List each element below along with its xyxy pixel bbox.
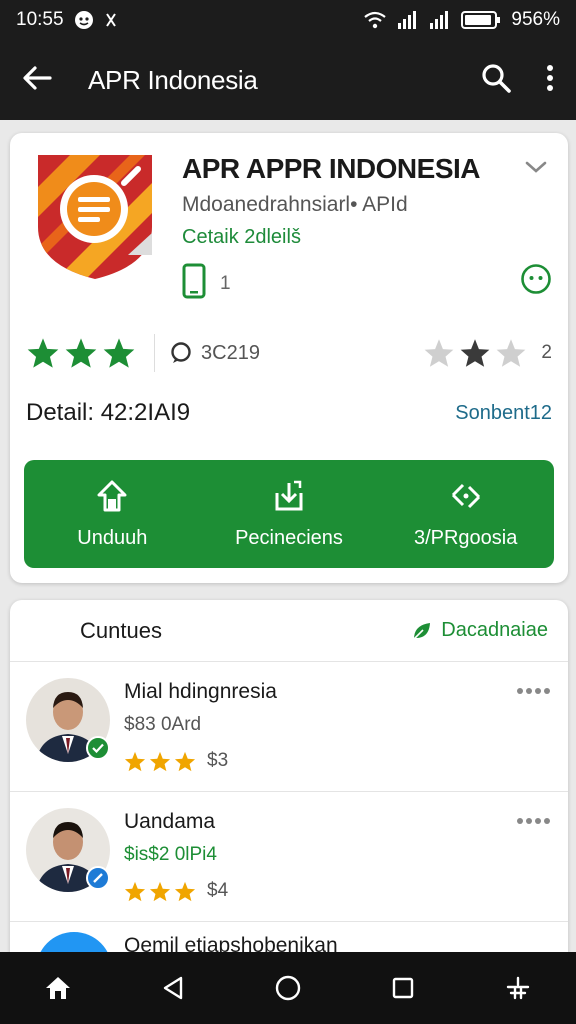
app-bar: APR Indonesia (0, 40, 576, 120)
star-icon (103, 338, 135, 368)
wifi-icon (363, 11, 387, 29)
star-icon (27, 338, 59, 368)
action-share-button[interactable]: Pecineciens (201, 460, 378, 568)
messenger-icon (74, 10, 94, 30)
review-count[interactable]: 3C219 (169, 341, 260, 365)
app-logo-icon (28, 147, 162, 281)
more-options-icon[interactable] (516, 682, 550, 700)
list-item-price: $83 0Ard (124, 714, 202, 735)
back-triangle-icon (163, 976, 182, 1000)
list-item[interactable]: Uandama $is$2 0lPi4 $4 (10, 792, 568, 922)
list-item-price: $is$2 0lPi4 (124, 844, 217, 865)
chevron-down-icon[interactable] (524, 159, 548, 180)
divider (154, 334, 155, 372)
app-bar-title: APR Indonesia (88, 64, 258, 95)
star-icon (149, 881, 171, 901)
app-detail-card: APR APPR INDONESIA Mdoanedrahnsiarl• API… (10, 133, 568, 583)
app-title: APR APPR INDONESIA (182, 153, 481, 184)
square-icon (392, 977, 414, 999)
signal-2-icon (429, 11, 451, 29)
app-subtitle: Mdoanedrahnsiarl• APId (182, 193, 408, 216)
nav-recents-button[interactable] (373, 958, 433, 1018)
phone-icon (182, 263, 206, 305)
avatar (26, 808, 110, 892)
signal-icon (397, 11, 419, 29)
home-up-icon (97, 480, 127, 511)
device-compat: 1 (182, 263, 231, 305)
leaf-icon (413, 622, 431, 640)
star-icon (174, 751, 196, 771)
avatar (26, 678, 110, 762)
star-icon (65, 338, 97, 368)
home-icon (45, 977, 70, 999)
circle-icon (275, 975, 301, 1001)
action-sync-button[interactable]: 3/PRgoosia (377, 460, 554, 568)
nav-home-button[interactable] (28, 958, 88, 1018)
list-item-rating: $3 (124, 750, 228, 772)
battery-icon (461, 10, 501, 30)
more-options-icon[interactable] (516, 812, 550, 830)
verified-badge-icon (86, 736, 110, 760)
star-outline-icon (497, 339, 526, 367)
detail-row: Detail: 42:2IAI9 Sonbent12 (26, 399, 552, 427)
rating-row: 3C219 2 (26, 333, 552, 373)
action-download-button[interactable]: Unduuh (24, 460, 201, 568)
list-title: Cuntues (80, 617, 162, 643)
search-icon[interactable] (480, 62, 512, 99)
star-icon (461, 339, 490, 367)
smile-icon[interactable] (520, 263, 552, 300)
overflow-menu-icon[interactable] (546, 64, 554, 96)
list-header: Cuntues Dacadnaiae (10, 600, 568, 662)
status-time: 10:55 (16, 9, 64, 30)
back-arrow-icon[interactable] (22, 65, 52, 96)
device-count: 1 (220, 273, 231, 294)
secondary-rating-value: 2 (541, 342, 552, 363)
edit-badge-icon (86, 866, 110, 890)
app-category[interactable]: Cetaik 2dleilš (182, 226, 301, 249)
app-star-rating (26, 337, 136, 369)
notification-icon (104, 11, 118, 29)
battery-percent: 956% (511, 9, 560, 30)
secondary-rating: 2 (423, 338, 552, 368)
nav-home-circle-button[interactable] (258, 958, 318, 1018)
system-nav-bar (0, 952, 576, 1024)
list-item[interactable]: Mial hdingnresia $83 0Ard $3 (10, 662, 568, 792)
gamepad-icon (507, 976, 530, 1000)
nav-extra-button[interactable] (488, 958, 548, 1018)
star-icon (124, 751, 146, 771)
comment-icon (171, 342, 191, 363)
nav-back-button[interactable] (143, 958, 203, 1018)
list-item-name: Uandama (124, 810, 216, 833)
star-outline-icon (425, 339, 454, 367)
action-bar: Unduuh Pecineciens 3/PRgoosia (24, 460, 554, 568)
list-item-rating: $4 (124, 880, 228, 902)
share-icon (275, 480, 303, 510)
detail-link[interactable]: Sonbent12 (455, 402, 552, 425)
detail-label: Detail: 42:2IAI9 (26, 399, 191, 426)
list-action-link[interactable]: Dacadnaiae (411, 619, 548, 642)
star-icon (174, 881, 196, 901)
list-item-name: Mial hdingnresia (124, 680, 277, 703)
star-icon (149, 751, 171, 771)
sync-icon (451, 483, 480, 508)
star-icon (124, 881, 146, 901)
status-bar: 10:55 956% (0, 0, 576, 40)
